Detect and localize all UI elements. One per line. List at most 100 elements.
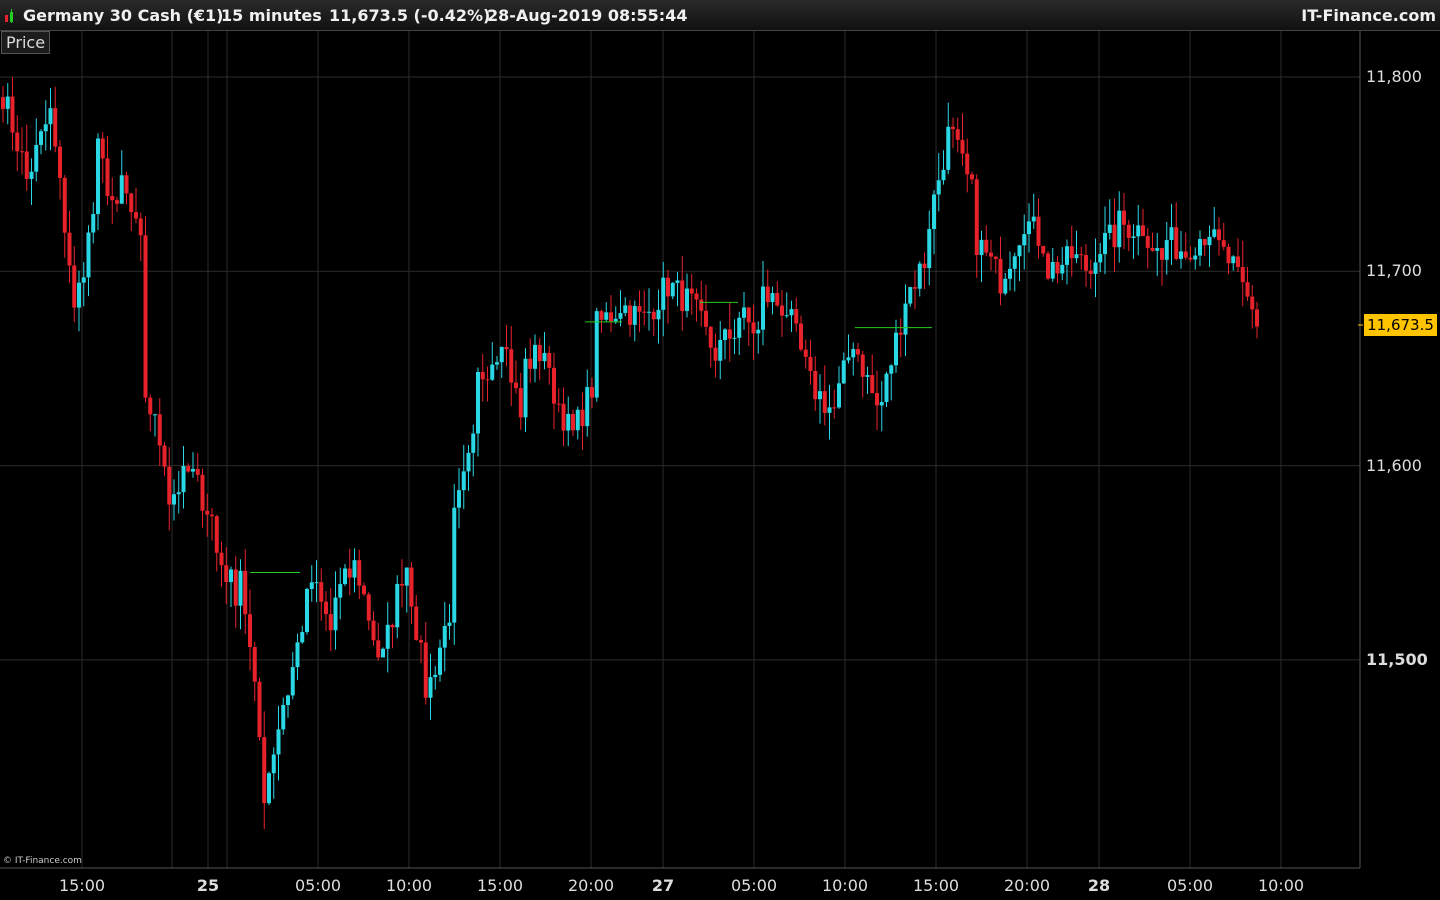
candle-body — [941, 169, 946, 181]
candle-body — [219, 552, 224, 566]
candle-body — [1012, 256, 1017, 269]
candle-body — [675, 280, 680, 283]
candle-body — [281, 705, 286, 730]
price-chart[interactable] — [0, 0, 1440, 900]
candle-body — [1131, 236, 1136, 238]
candle-body — [423, 642, 428, 698]
candle-body — [1055, 261, 1060, 274]
candle-body — [718, 339, 723, 361]
candle-body — [324, 601, 328, 615]
candle-body — [1074, 254, 1079, 259]
candle-body — [1041, 245, 1046, 254]
y-tick-label: 11,700 — [1366, 261, 1422, 281]
candle-body — [480, 371, 485, 380]
candle-body — [1036, 216, 1041, 246]
candle-body — [889, 365, 894, 374]
candle-body — [238, 570, 243, 606]
candle-body — [1008, 268, 1012, 279]
candle-body — [205, 510, 210, 515]
candle-body — [461, 471, 466, 491]
candle-body — [471, 433, 476, 453]
candlestick-chart-icon[interactable] — [4, 9, 18, 23]
candle-body — [447, 622, 452, 626]
candle-body — [723, 329, 727, 340]
x-tick-label: 05:00 — [1166, 876, 1214, 895]
candle-body — [894, 332, 898, 366]
candle-body — [913, 287, 917, 289]
x-tick-label: 15:00 — [476, 876, 524, 895]
candle-body — [1179, 251, 1183, 259]
candle-body — [67, 232, 72, 266]
candle-body — [1088, 270, 1093, 274]
candle-body — [580, 409, 585, 427]
candle-body — [267, 773, 271, 804]
candle-body — [300, 632, 305, 643]
candle-body — [134, 212, 138, 219]
candle-body — [1169, 227, 1174, 241]
candle-body — [537, 344, 542, 362]
candle-body — [276, 729, 281, 755]
candle-body — [333, 597, 338, 631]
y-tick-label: 11,600 — [1366, 455, 1422, 475]
candle-body — [200, 474, 205, 511]
candle-body — [1207, 236, 1212, 246]
candle-body — [609, 312, 613, 322]
candle-body — [395, 583, 400, 628]
candle-body — [694, 293, 699, 300]
candle-body — [651, 311, 656, 320]
timeframe-label[interactable]: 15 minutes — [221, 6, 322, 25]
candle-body — [970, 174, 974, 180]
candle-body — [24, 151, 29, 179]
candle-body — [832, 407, 837, 409]
candle-body — [1126, 224, 1131, 238]
candle-body — [495, 362, 499, 365]
candle-body — [1231, 256, 1236, 264]
candle-body — [1198, 239, 1202, 256]
candle-body — [974, 179, 979, 255]
candle-body — [295, 642, 300, 668]
candle-body — [775, 293, 780, 306]
candle-body — [286, 695, 290, 706]
candle-body — [917, 263, 922, 289]
candle-body — [162, 445, 167, 467]
chart-grid — [0, 30, 1360, 868]
candle-body — [1240, 267, 1245, 283]
candle-body — [243, 570, 248, 615]
candle-body — [841, 360, 846, 384]
candle-body — [338, 584, 343, 598]
candle-body — [29, 171, 34, 179]
candle-body — [599, 311, 604, 320]
x-tick-label: 27 — [651, 876, 675, 895]
candle-body — [96, 138, 100, 215]
y-tick-label: 11,500 — [1366, 649, 1428, 669]
price-panel-label[interactable]: Price — [1, 31, 51, 54]
candle-body — [604, 312, 609, 320]
candle-body — [1027, 221, 1031, 235]
candle-body — [433, 674, 438, 678]
candle-body — [1065, 246, 1069, 265]
candle-body — [1150, 247, 1155, 251]
candle-body — [851, 349, 856, 358]
candle-body — [271, 754, 276, 774]
brand-label[interactable]: IT-Finance.com — [1301, 6, 1436, 25]
candle-body — [965, 153, 970, 175]
candle-bodies — [1, 96, 1259, 804]
candle-body — [343, 568, 347, 585]
candle-body — [1122, 210, 1126, 225]
candle-body — [1093, 262, 1098, 274]
candle-body — [1183, 251, 1188, 258]
candle-body — [528, 358, 533, 369]
candle-body — [903, 303, 908, 335]
candle-body — [39, 131, 43, 145]
candle-body — [784, 315, 789, 317]
candle-body — [951, 126, 955, 130]
candle-body — [922, 263, 927, 269]
candle-body — [191, 468, 195, 472]
candle-body — [571, 413, 575, 431]
candle-body — [1046, 253, 1050, 279]
candle-body — [1236, 256, 1240, 268]
candle-body — [984, 239, 989, 253]
candle-body — [1031, 216, 1036, 222]
candle-body — [936, 180, 941, 195]
instrument-name[interactable]: Germany 30 Cash (€1) — [23, 6, 223, 25]
